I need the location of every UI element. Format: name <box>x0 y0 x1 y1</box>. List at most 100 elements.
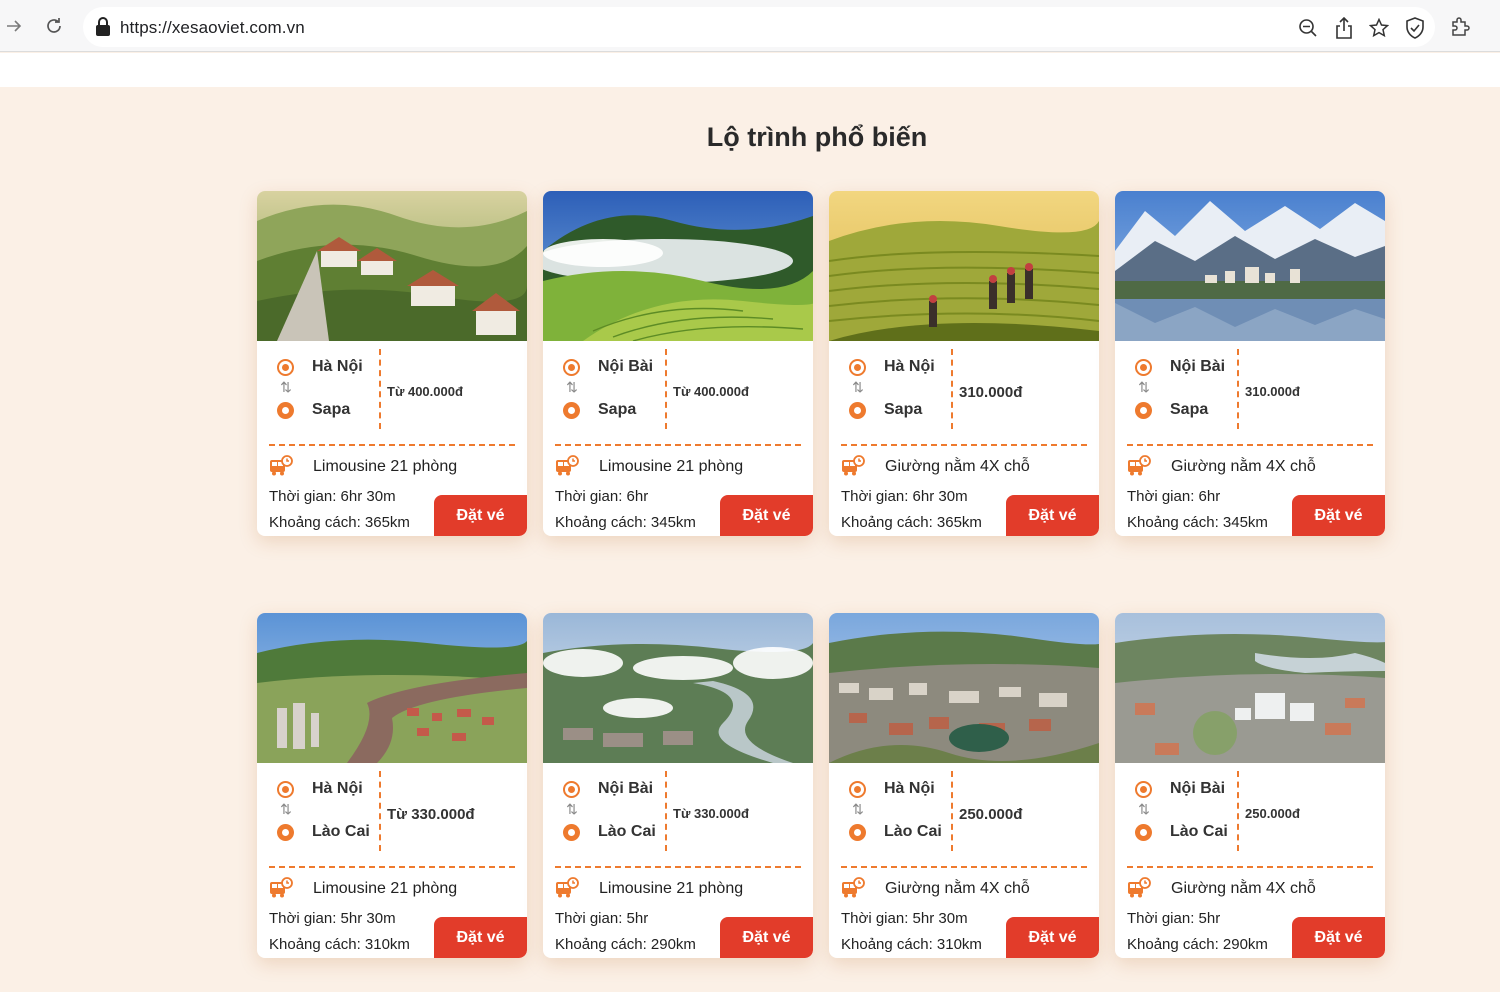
route-card[interactable]: ⇅ Hà Nội Sapa Từ 400.000đ Limousine 21 p… <box>257 191 527 536</box>
distance-label: Khoảng cách: 365km <box>841 514 982 531</box>
route-photo[interactable] <box>1115 191 1385 341</box>
distance-label: Khoảng cách: 365km <box>269 514 410 531</box>
book-ticket-button[interactable]: Đặt vé <box>720 495 813 536</box>
swap-arrows-icon: ⇅ <box>1138 801 1150 817</box>
bus-type-label: Limousine 21 phòng <box>313 458 458 475</box>
route-photo[interactable] <box>829 191 1099 341</box>
book-ticket-button[interactable]: Đặt vé <box>434 495 527 536</box>
destination-label: Sapa <box>884 401 923 418</box>
vertical-divider <box>951 771 953 851</box>
horizontal-divider <box>269 444 515 446</box>
swap-arrows-icon: ⇅ <box>1138 379 1150 395</box>
swap-arrows-icon: ⇅ <box>280 379 292 395</box>
origin-label: Hà Nội <box>884 358 935 375</box>
book-ticket-button[interactable]: Đặt vé <box>1006 495 1099 536</box>
book-ticket-button[interactable]: Đặt vé <box>434 917 527 958</box>
price-label: Từ 330.000đ <box>673 806 749 821</box>
bus-clock-icon <box>270 877 293 898</box>
origin-pin-icon <box>563 781 581 799</box>
bus-type-label: Giường nằm 4X chỗ <box>1171 458 1316 475</box>
route-card[interactable]: ⇅ Nội Bài Sapa Từ 400.000đ Limousine 21 … <box>543 191 813 536</box>
book-ticket-button[interactable]: Đặt vé <box>720 917 813 958</box>
vertical-divider <box>951 349 953 429</box>
vertical-divider <box>665 771 667 851</box>
route-photo[interactable] <box>1115 613 1385 763</box>
origin-label: Hà Nội <box>312 780 363 797</box>
origin-label: Nội Bài <box>598 780 654 797</box>
destination-pin-icon <box>563 402 581 420</box>
distance-label: Khoảng cách: 290km <box>1127 936 1268 953</box>
price-label: Từ 400.000đ <box>387 384 463 399</box>
route-card[interactable]: ⇅ Nội Bài Lào Cai 250.000đ Giường nằm 4X… <box>1115 613 1385 958</box>
bus-clock-icon <box>270 455 293 476</box>
bus-clock-icon <box>556 877 579 898</box>
bus-type-label: Limousine 21 phòng <box>599 880 744 897</box>
origin-pin-icon <box>277 359 295 377</box>
horizontal-divider <box>555 444 801 446</box>
origin-label: Nội Bài <box>598 358 654 375</box>
destination-label: Lào Cai <box>312 823 370 840</box>
section-title: Lộ trình phổ biến <box>706 122 928 152</box>
lock-icon[interactable] <box>95 17 111 42</box>
bus-type-label: Limousine 21 phòng <box>313 880 458 897</box>
distance-label: Khoảng cách: 310km <box>841 936 982 953</box>
origin-label: Nội Bài <box>1170 780 1226 797</box>
bus-clock-icon <box>556 455 579 476</box>
url-text[interactable]: https://xesaoviet.com.vn <box>120 18 305 38</box>
destination-pin-icon <box>1135 402 1153 420</box>
share-icon[interactable] <box>1333 17 1355 39</box>
duration-label: Thời gian: 6hr 30m <box>841 488 968 505</box>
destination-label: Lào Cai <box>598 823 656 840</box>
vertical-divider <box>665 349 667 429</box>
vertical-divider <box>1237 349 1239 429</box>
book-ticket-button[interactable]: Đặt vé <box>1006 917 1099 958</box>
bus-clock-icon <box>842 877 865 898</box>
route-card[interactable]: ⇅ Hà Nội Sapa 310.000đ Giường nằm 4X chỗ… <box>829 191 1099 536</box>
address-bar[interactable]: https://xesaoviet.com.vn <box>83 7 1435 47</box>
destination-label: Sapa <box>598 401 637 418</box>
origin-pin-icon <box>1135 359 1153 377</box>
horizontal-divider <box>1127 444 1373 446</box>
book-ticket-button[interactable]: Đặt vé <box>1292 495 1385 536</box>
swap-arrows-icon: ⇅ <box>280 801 292 817</box>
route-card[interactable]: ⇅ Nội Bài Sapa 310.000đ Giường nằm 4X ch… <box>1115 191 1385 536</box>
route-photo[interactable] <box>543 191 813 341</box>
origin-pin-icon <box>849 781 867 799</box>
route-photo[interactable] <box>543 613 813 763</box>
bus-type-label: Limousine 21 phòng <box>599 458 744 475</box>
horizontal-divider <box>841 866 1087 868</box>
destination-pin-icon <box>1135 824 1153 842</box>
bookmark-star-icon[interactable] <box>1368 17 1390 39</box>
bus-clock-icon <box>1128 455 1151 476</box>
route-photo[interactable] <box>257 191 527 341</box>
shield-icon[interactable] <box>1404 17 1426 39</box>
origin-label: Hà Nội <box>884 780 935 797</box>
price-label: 250.000đ <box>959 806 1023 823</box>
route-photo[interactable] <box>257 613 527 763</box>
browser-toolbar: https://xesaoviet.com.vn <box>0 0 1500 52</box>
origin-pin-icon <box>1135 781 1153 799</box>
destination-label: Sapa <box>312 401 351 418</box>
duration-label: Thời gian: 5hr 30m <box>841 910 968 927</box>
zoom-out-icon[interactable] <box>1297 17 1319 39</box>
horizontal-divider <box>841 444 1087 446</box>
forward-icon[interactable] <box>0 12 28 40</box>
destination-pin-icon <box>849 824 867 842</box>
route-card[interactable]: ⇅ Hà Nội Lào Cai Từ 330.000đ Limousine 2… <box>257 613 527 958</box>
destination-pin-icon <box>277 402 295 420</box>
distance-label: Khoảng cách: 290km <box>555 936 696 953</box>
horizontal-divider <box>269 866 515 868</box>
bus-clock-icon <box>842 455 865 476</box>
route-card[interactable]: ⇅ Hà Nội Lào Cai 250.000đ Giường nằm 4X … <box>829 613 1099 958</box>
origin-label: Hà Nội <box>312 358 363 375</box>
distance-label: Khoảng cách: 345km <box>1127 514 1268 531</box>
vertical-divider <box>1237 771 1239 851</box>
route-card[interactable]: ⇅ Nội Bài Lào Cai Từ 330.000đ Limousine … <box>543 613 813 958</box>
book-ticket-button[interactable]: Đặt vé <box>1292 917 1385 958</box>
origin-label: Nội Bài <box>1170 358 1226 375</box>
bus-type-label: Giường nằm 4X chỗ <box>885 458 1030 475</box>
vertical-divider <box>379 771 381 851</box>
route-photo[interactable] <box>829 613 1099 763</box>
reload-icon[interactable] <box>40 12 68 40</box>
extensions-icon[interactable] <box>1450 15 1472 37</box>
